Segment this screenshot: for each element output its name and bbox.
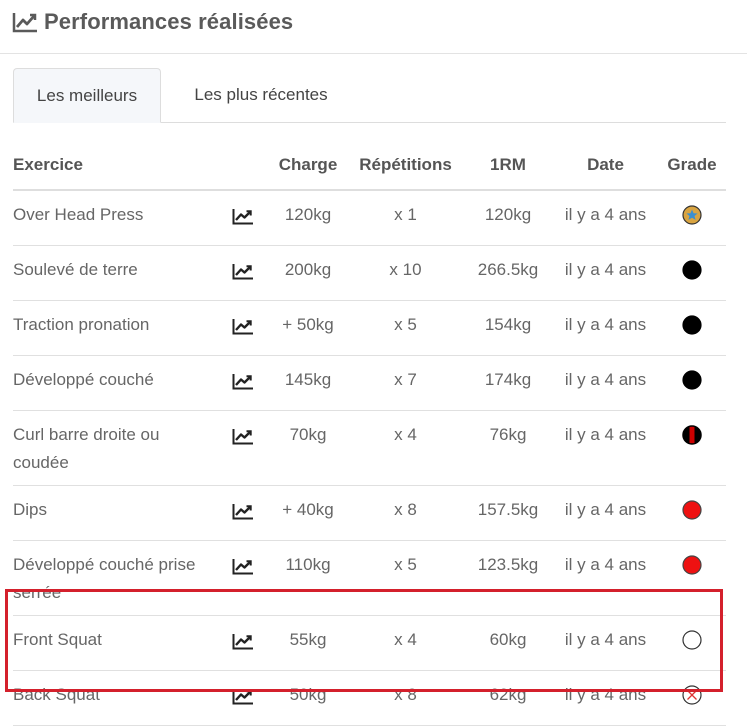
date-value: il y a 4 ans: [553, 245, 658, 301]
date-value: il y a 4 ans: [553, 485, 658, 541]
reps-value: x 4: [348, 410, 463, 486]
column-header-grade: Grade: [658, 141, 726, 191]
reps-value: x 8: [348, 670, 463, 726]
grade-red-icon: [681, 499, 703, 521]
line-chart-icon[interactable]: [232, 371, 254, 390]
table-row: Développé couché 145kg x 7 174kg il y a 4 an…: [13, 355, 726, 411]
reps-value: x 5: [348, 300, 463, 356]
date-value: il y a 4 ans: [553, 540, 658, 616]
tab-best[interactable]: Les meilleurs: [13, 68, 161, 123]
line-chart-icon[interactable]: [232, 206, 254, 225]
charge-value: 120kg: [268, 190, 348, 246]
column-header-1rm: 1RM: [463, 141, 553, 191]
page-title: Performances réalisées: [44, 9, 294, 34]
grade-star-medal-icon: [681, 204, 703, 226]
charge-value: 110kg: [268, 540, 348, 616]
grade-black-icon: [681, 314, 703, 336]
line-chart-icon[interactable]: [232, 426, 254, 445]
exercise-name: Développé couché prise serrée: [13, 540, 218, 616]
table-row: Dips + 40kg x 8 157.5kg il y a 4 ans: [13, 485, 726, 541]
one-rm-value: 154kg: [463, 300, 553, 356]
column-header-exercise: Exercice: [13, 141, 218, 191]
line-chart-icon: [12, 13, 37, 33]
charge-value: 70kg: [268, 410, 348, 486]
line-chart-icon[interactable]: [232, 686, 254, 705]
table-row: Développé couché prise serrée 110kg x 5 123…: [13, 540, 726, 616]
column-header-graph: [218, 141, 268, 191]
line-chart-icon[interactable]: [232, 501, 254, 520]
grade-crossed-icon: [681, 684, 703, 706]
exercise-name: Traction pronation: [13, 300, 218, 356]
one-rm-value: 62kg: [463, 670, 553, 726]
exercise-name: Développé couché: [13, 355, 218, 411]
line-chart-icon[interactable]: [232, 631, 254, 650]
column-header-date: Date: [553, 141, 658, 191]
exercise-name: Over Head Press: [13, 190, 218, 246]
column-header-reps: Répétitions: [348, 141, 463, 191]
reps-value: x 10: [348, 245, 463, 301]
tab-recent[interactable]: Les plus récentes: [173, 68, 349, 123]
one-rm-value: 76kg: [463, 410, 553, 486]
date-value: il y a 4 ans: [553, 300, 658, 356]
table-header-row: Exercice Charge Répétitions 1RM Date Gra…: [13, 141, 726, 191]
one-rm-value: 123.5kg: [463, 540, 553, 616]
charge-value: + 40kg: [268, 485, 348, 541]
table-row: Traction pronation + 50kg x 5 154kg il y a 4…: [13, 300, 726, 356]
column-header-charge: Charge: [268, 141, 348, 191]
date-value: il y a 4 ans: [553, 670, 658, 726]
grade-red-icon: [681, 554, 703, 576]
exercise-name: Curl barre droite ou coudée: [13, 410, 218, 486]
exercise-name: Soulevé de terre: [13, 245, 218, 301]
grade-black-icon: [681, 369, 703, 391]
exercise-name: Dips: [13, 485, 218, 541]
reps-value: x 8: [348, 485, 463, 541]
reps-value: x 4: [348, 615, 463, 671]
line-chart-icon[interactable]: [232, 556, 254, 575]
performance-table: Exercice Charge Répétitions 1RM Date Gra…: [13, 141, 726, 726]
one-rm-value: 120kg: [463, 190, 553, 246]
table-row: Front Squat 55kg x 4 60kg il y a 4 ans: [13, 615, 726, 671]
date-value: il y a 4 ans: [553, 615, 658, 671]
charge-value: 200kg: [268, 245, 348, 301]
reps-value: x 7: [348, 355, 463, 411]
charge-value: 50kg: [268, 670, 348, 726]
date-value: il y a 4 ans: [553, 190, 658, 246]
date-value: il y a 4 ans: [553, 355, 658, 411]
one-rm-value: 60kg: [463, 615, 553, 671]
panel-header: Performances réalisées: [0, 0, 747, 54]
charge-value: 55kg: [268, 615, 348, 671]
date-value: il y a 4 ans: [553, 410, 658, 486]
table-row: Soulevé de terre 200kg x 10 266.5kg il y a 4…: [13, 245, 726, 301]
charge-value: + 50kg: [268, 300, 348, 356]
exercise-name: Front Squat: [13, 615, 218, 671]
line-chart-icon[interactable]: [232, 261, 254, 280]
exercise-name: Back Squat: [13, 670, 218, 726]
tab-bar: Les meilleurs Les plus récentes: [13, 68, 726, 123]
line-chart-icon[interactable]: [232, 316, 254, 335]
reps-value: x 1: [348, 190, 463, 246]
one-rm-value: 266.5kg: [463, 245, 553, 301]
table-row: Over Head Press 120kg x 1 120kg il y a 4 ans: [13, 190, 726, 246]
grade-white-icon: [681, 629, 703, 651]
grade-black-red-icon: [681, 424, 703, 446]
table-row: Back Squat 50kg x 8 62kg il y a 4 ans: [13, 670, 726, 726]
one-rm-value: 157.5kg: [463, 485, 553, 541]
one-rm-value: 174kg: [463, 355, 553, 411]
charge-value: 145kg: [268, 355, 348, 411]
grade-black-icon: [681, 259, 703, 281]
table-row: Curl barre droite ou coudée 70kg x 4 76kg il…: [13, 410, 726, 486]
reps-value: x 5: [348, 540, 463, 616]
